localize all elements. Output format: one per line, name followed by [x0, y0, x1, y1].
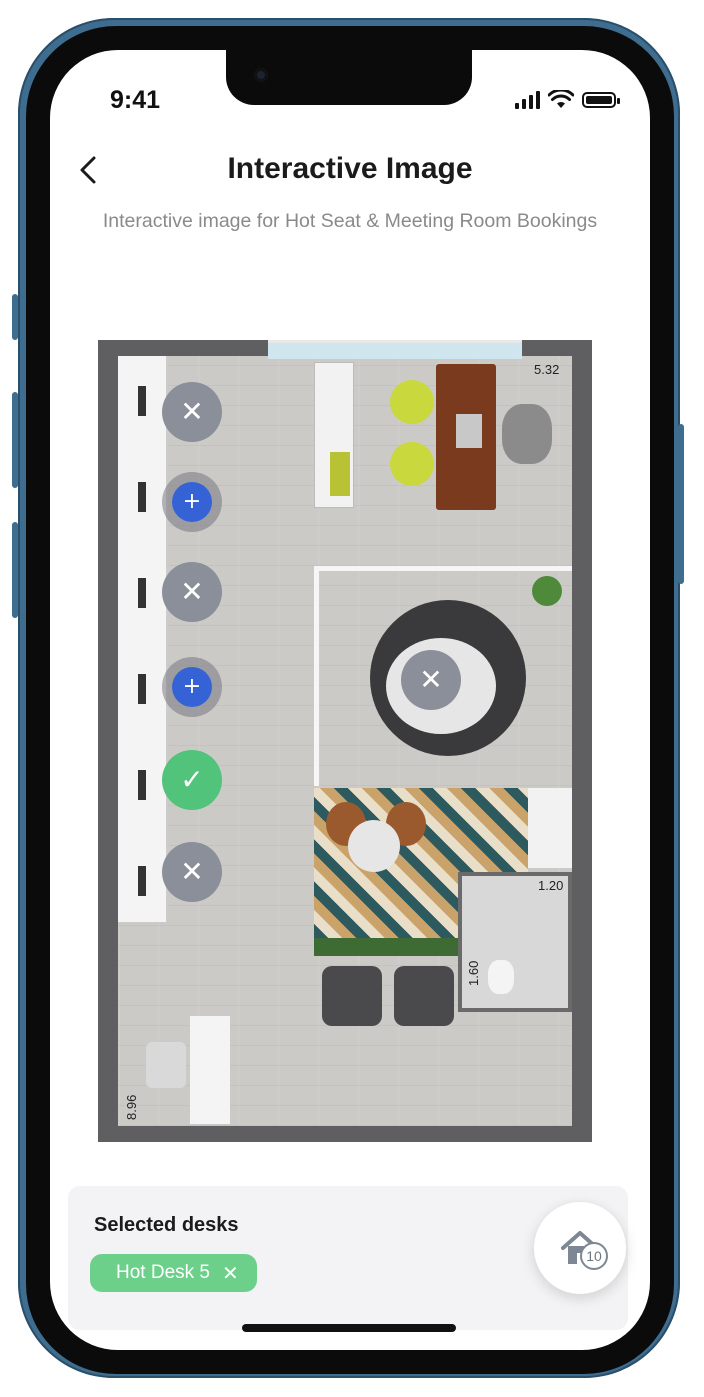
desk-row [118, 356, 168, 922]
desk-marker-inner: + [172, 667, 212, 707]
mute-switch [12, 294, 18, 340]
lime-chair [390, 442, 434, 486]
reception-chair [146, 1042, 186, 1088]
plus-icon: + [182, 489, 202, 514]
screen: 9:41 Interactive Image Interactive image… [50, 50, 650, 1350]
window [268, 340, 522, 359]
bathroom [458, 872, 572, 1012]
books [330, 452, 350, 496]
desk-marker-1[interactable]: ✕ [162, 382, 222, 442]
monitor [138, 770, 146, 800]
close-icon: ✕ [180, 395, 204, 428]
planter [314, 938, 458, 956]
close-icon: ✕ [180, 575, 204, 608]
office-chair [502, 404, 552, 464]
monitor [138, 386, 146, 416]
dimension-label: 8.96 [124, 1094, 139, 1120]
lounge-chair [394, 966, 454, 1026]
desk-marker-4[interactable]: + [162, 657, 222, 717]
monitor [138, 674, 146, 704]
dimension-label: 1.60 [466, 960, 481, 986]
dimension-label: 1.20 [538, 878, 564, 893]
monitor [138, 866, 146, 896]
reception-desk [190, 1016, 230, 1124]
dimension-label: 5.32 [534, 362, 560, 377]
desk-marker-3[interactable]: ✕ [162, 562, 222, 622]
toilet [488, 960, 514, 994]
wall [314, 566, 572, 571]
battery-icon [582, 91, 620, 108]
page-subtitle: Interactive image for Hot Seat & Meeting… [102, 210, 598, 232]
selected-desk-chip[interactable]: Hot Desk 5 ✕ [90, 1254, 257, 1292]
camera-icon [254, 68, 268, 82]
chip-label: Hot Desk 5 [116, 1262, 210, 1283]
laptop [456, 414, 482, 448]
remove-chip-icon[interactable]: ✕ [222, 1261, 239, 1285]
floor-plan: 5.32 1.20 1.60 8.96 [98, 340, 592, 1142]
notch [226, 50, 472, 105]
status-icons [515, 90, 620, 109]
close-icon: ✕ [419, 663, 443, 696]
cellular-signal-icon [515, 90, 540, 109]
desk-marker-5[interactable]: ✓ [162, 750, 222, 810]
fab-badge: 10 [580, 1242, 608, 1270]
lime-chair [390, 380, 434, 424]
home-indicator [242, 1324, 456, 1332]
wall [314, 566, 319, 786]
plant [532, 576, 562, 606]
lounge-chair [322, 966, 382, 1026]
home-fab-button[interactable]: 10 [534, 1202, 626, 1294]
volume-down-button [12, 522, 18, 618]
wifi-icon [548, 90, 574, 108]
desk-marker-2[interactable]: + [162, 472, 222, 532]
power-button [678, 424, 684, 584]
selected-desks-title: Selected desks [94, 1214, 239, 1236]
volume-up-button [12, 392, 18, 488]
stove [528, 788, 572, 868]
close-icon: ✕ [180, 855, 204, 888]
cafe-table [348, 820, 400, 872]
status-time: 9:41 [110, 86, 161, 114]
check-icon: ✓ [180, 763, 204, 796]
monitor [138, 482, 146, 512]
meeting-room-marker[interactable]: ✕ [401, 650, 461, 710]
desk-marker-inner: + [172, 482, 212, 522]
monitor [138, 578, 146, 608]
page-title: Interactive Image [227, 152, 473, 185]
plus-icon: + [182, 674, 202, 699]
desk-marker-6[interactable]: ✕ [162, 842, 222, 902]
